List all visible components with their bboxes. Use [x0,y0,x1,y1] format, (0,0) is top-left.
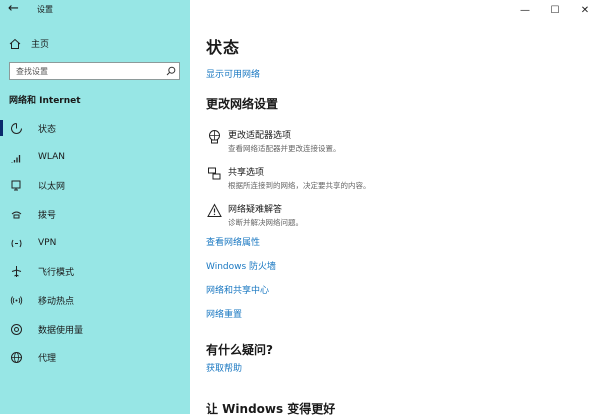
page-title: 状态 [206,38,241,57]
sidebar-item-proxy[interactable]: 代理 [0,344,190,373]
show-networks-link[interactable]: 显示可用网络 [206,67,260,80]
sidebar-item-label: 拨号 [38,210,57,221]
home-label: 主页 [31,40,50,50]
vpn-icon [9,236,23,250]
sidebar-nav: 状态 WLAN 以太网 拨号 VPN 飞行模式 移动热点 数据使用量 代理 [0,114,190,372]
wifi-icon [9,150,23,164]
back-arrow-icon[interactable]: ← [8,2,19,16]
sidebar-item-label: 数据使用量 [38,325,84,336]
status-icon [9,121,23,135]
sidebar-item-data-usage[interactable]: 数据使用量 [0,315,190,344]
sidebar-item-label: 以太网 [38,182,66,193]
troubleshoot-item[interactable]: 网络疑难解答 诊断并解决网络问题。 [206,202,303,228]
sidebar-item-vpn[interactable]: VPN [0,229,190,258]
sidebar-item-label: WLAN [38,152,66,163]
section-heading: 网络和 Internet [9,96,81,106]
sidebar-item-label: 移动热点 [38,296,75,307]
sidebar-item-hotspot[interactable]: 移动热点 [0,286,190,315]
close-icon[interactable]: ✕ [570,0,600,20]
dialup-icon [9,207,23,221]
search-icon[interactable] [163,66,179,76]
sidebar-item-dialup[interactable]: 拨号 [0,200,190,229]
firewall-link[interactable]: Windows 防火墙 [206,259,276,272]
sidebar-item-label: 状态 [38,124,57,135]
sharing-icon [206,165,222,181]
sidebar-item-wlan[interactable]: WLAN [0,143,190,172]
view-properties-link[interactable]: 查看网络属性 [206,235,260,248]
minimize-icon[interactable]: — [510,0,540,20]
sidebar-item-airplane[interactable]: 飞行模式 [0,257,190,286]
maximize-icon[interactable]: ☐ [540,0,570,20]
question-heading: 有什么疑问? [206,343,273,357]
improve-heading: 让 Windows 变得更好 [206,402,336,416]
airplane-icon [9,265,23,279]
window-controls: — ☐ ✕ [510,0,600,20]
sharing-options-item[interactable]: 共享选项 根据所连接到的网络，决定要共享的内容。 [206,165,371,191]
option-desc: 诊断并解决网络问题。 [228,218,303,227]
sidebar-item-label: 代理 [38,354,57,365]
search-box[interactable] [9,62,180,80]
sidebar: ← 设置 主页 网络和 Internet 状态 WLAN [0,0,190,414]
option-title: 网络疑难解答 [228,205,283,215]
sidebar-item-label: 飞行模式 [38,268,75,279]
sidebar-item-ethernet[interactable]: 以太网 [0,171,190,200]
adapter-options-item[interactable]: 更改适配器选项 查看网络适配器并更改连接设置。 [206,128,341,154]
option-desc: 根据所连接到的网络，决定要共享的内容。 [228,181,371,190]
sharing-center-link[interactable]: 网络和共享中心 [206,283,269,296]
option-title: 共享选项 [228,168,265,178]
get-help-link[interactable]: 获取帮助 [206,361,242,374]
proxy-globe-icon [9,351,23,365]
network-reset-link[interactable]: 网络重置 [206,307,242,320]
adapter-icon [206,128,222,144]
home-icon [9,38,21,50]
change-settings-heading: 更改网络设置 [206,97,279,111]
hotspot-icon [9,293,23,307]
titlebar: ← 设置 [0,0,190,20]
data-usage-icon [9,322,23,336]
home-nav[interactable]: 主页 [9,37,49,50]
option-desc: 查看网络适配器并更改连接设置。 [228,144,341,153]
option-title: 更改适配器选项 [228,131,292,141]
ethernet-icon [9,179,23,193]
main-panel: — ☐ ✕ 状态 显示可用网络 更改网络设置 更改适配器选项 查看网络适配器并更… [190,0,600,416]
search-input[interactable] [10,63,163,79]
warning-icon [206,202,222,218]
app-title: 设置 [37,5,53,14]
sidebar-item-status[interactable]: 状态 [0,114,190,143]
sidebar-item-label: VPN [38,238,57,249]
